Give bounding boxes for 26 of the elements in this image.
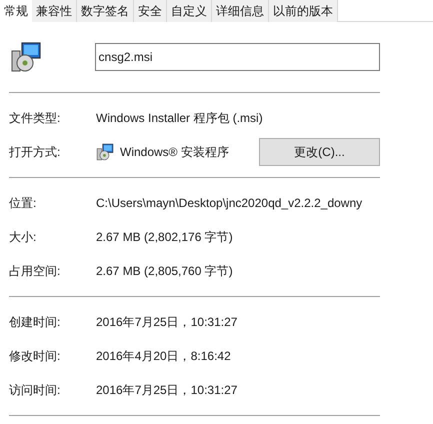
tab[interactable]: 数字签名 (77, 0, 134, 22)
field-label: 访问时间: (9, 382, 62, 399)
tab[interactable]: 以前的版本 (269, 0, 338, 22)
field-label: 创建时间: (9, 314, 62, 331)
tab[interactable]: 详细信息 (212, 0, 269, 22)
installer-icon (10, 41, 42, 73)
field-label: 修改时间: (9, 348, 62, 365)
field-label: 大小: (9, 229, 38, 246)
tab[interactable]: 自定义 (167, 0, 212, 22)
field-value: Windows® 安装程序 (120, 144, 229, 161)
field-value: 2016年4月20日，8:16:42 (96, 348, 231, 365)
field-label: 打开方式: (9, 144, 62, 161)
field-label: 位置: (9, 195, 38, 212)
tab[interactable]: 兼容性 (32, 0, 77, 22)
installer-icon (96, 143, 114, 161)
field-value: 2.67 MB (2,805,760 字节) (96, 263, 233, 280)
field-value: 2.67 MB (2,802,176 字节) (96, 229, 233, 246)
field-value: 2016年7月25日，10:31:27 (96, 314, 238, 331)
field-label: 文件类型: (9, 110, 62, 127)
field-label: 占用空间: (9, 263, 62, 280)
change-button[interactable]: 更改(C)... (259, 138, 380, 166)
tab[interactable]: 安全 (134, 0, 167, 22)
field-value: C:\Users\mayn\Desktop\jnc2020qd_v2.2.2_downy (96, 195, 362, 212)
file-name-field[interactable]: cnsg2.msi (94, 43, 380, 71)
field-value: Windows Installer 程序包 (.msi) (96, 110, 263, 127)
field-value: 2016年7月25日，10:31:27 (96, 382, 238, 399)
